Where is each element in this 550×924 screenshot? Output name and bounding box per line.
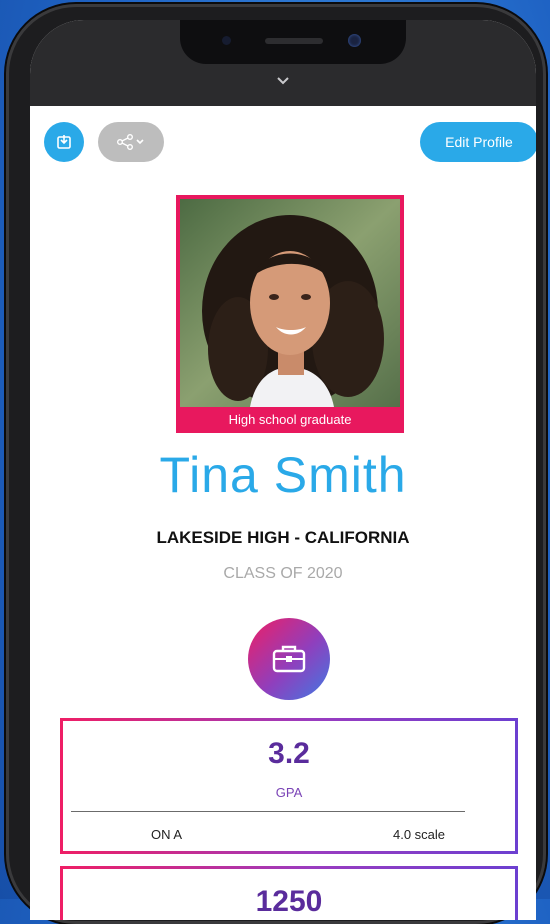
gpa-card: 3.2 GPA ON A 4.0 scale xyxy=(60,718,518,854)
save-icon xyxy=(57,135,71,149)
save-button[interactable] xyxy=(44,122,84,162)
earpiece-speaker xyxy=(265,38,323,44)
gpa-label: GPA xyxy=(275,785,303,800)
front-camera xyxy=(348,34,361,47)
divider xyxy=(71,811,465,812)
edit-profile-button[interactable]: Edit Profile xyxy=(420,122,536,162)
graduation-class: CLASS OF 2020 xyxy=(223,565,343,582)
school-name: LAKESIDE HIGH - CALIFORNIA xyxy=(156,528,410,547)
share-menu-button[interactable] xyxy=(98,122,164,162)
share-icon xyxy=(117,134,144,150)
profile-photo xyxy=(180,199,400,407)
proximity-sensor xyxy=(222,36,231,45)
chevron-down-icon[interactable] xyxy=(274,74,292,88)
status-bar xyxy=(30,20,536,106)
photo-caption: High school graduate xyxy=(228,412,352,427)
gpa-scale-prefix: ON A xyxy=(151,827,183,842)
phone-frame: Edit Profile High school graduate Tina S… xyxy=(6,4,546,924)
app-screen: Edit Profile High school graduate Tina S… xyxy=(30,20,536,920)
student-name: Tina Smith xyxy=(159,447,407,503)
test-score-value: 1250 xyxy=(255,885,323,918)
profile-photo-frame: High school graduate xyxy=(176,195,404,433)
device-notch xyxy=(180,20,406,64)
briefcase-icon[interactable] xyxy=(248,618,330,700)
gpa-value: 3.2 xyxy=(268,737,310,770)
test-score-card: 1250 xyxy=(60,866,518,920)
gpa-scale: 4.0 scale xyxy=(393,827,446,842)
